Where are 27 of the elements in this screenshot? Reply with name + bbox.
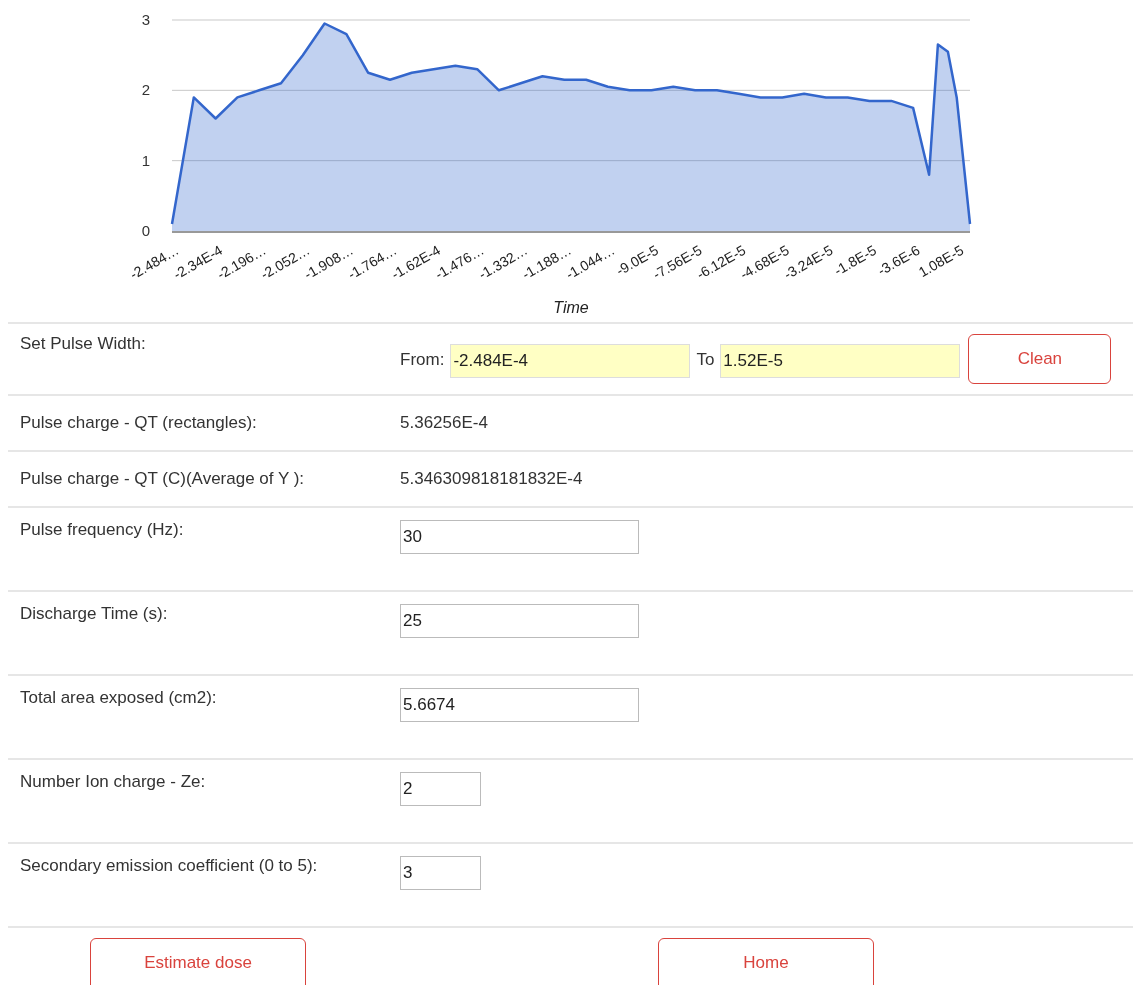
input-field[interactable]: 2	[400, 772, 481, 806]
field-label: Secondary emission coefficient (0 to 5):	[20, 856, 319, 877]
from-label: From:	[400, 350, 445, 370]
field-value: 5.346309818181832E-4	[400, 469, 584, 489]
y-axis-label: 2	[141, 81, 150, 99]
field-label: Total area exposed (cm2):	[20, 688, 218, 709]
y-axis-label: 1	[141, 151, 150, 169]
y-axis-label: 3	[141, 11, 150, 28]
field-label: Pulse charge - QT (rectangles):	[20, 413, 258, 433]
field-label: Set Pulse Width:	[20, 334, 147, 355]
from-field[interactable]: -2.484E-4	[450, 344, 691, 378]
field-label: Discharge Time (s):	[20, 604, 169, 625]
input-field[interactable]: 30	[400, 520, 639, 554]
to-field[interactable]: 1.52E-5	[720, 344, 961, 378]
to-label: To	[696, 350, 715, 370]
x-axis-title: Time	[553, 299, 589, 316]
clean-button[interactable]: Clean	[968, 334, 1112, 384]
estimate-button[interactable]: Estimate dose	[90, 938, 306, 985]
input-field[interactable]: 25	[400, 604, 639, 638]
field-value: 5.36256E-4	[400, 413, 489, 433]
field-label: Pulse frequency (Hz):	[20, 520, 185, 541]
input-field[interactable]: 5.6674	[400, 688, 639, 722]
input-field[interactable]: 3	[400, 856, 481, 890]
home-button[interactable]: Home	[658, 938, 874, 985]
field-label: Number Ion charge - Ze:	[20, 772, 207, 793]
y-axis-label: 0	[141, 222, 150, 239]
field-label: Pulse charge - QT (C)(Average of Y ):	[20, 469, 306, 489]
